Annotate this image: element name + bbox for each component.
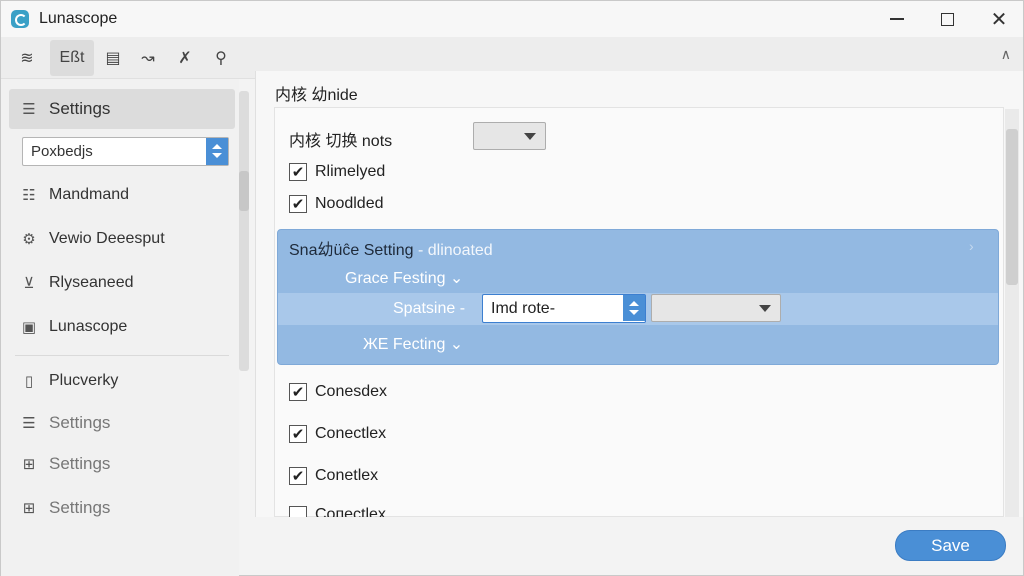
sidebar-item-label: Settings (49, 413, 111, 432)
sidebar-item-lunascope[interactable]: ▣ Lunascope (9, 307, 235, 347)
sidebar-item-rlyseaneed[interactable]: ⊻ Rlyseaneed (9, 263, 235, 303)
checkbox-icon (289, 506, 307, 517)
toolbar-graph-button[interactable]: ↝ (133, 40, 163, 76)
list-settings-icon: ☰ (22, 101, 36, 118)
checkbox-rlimelyed[interactable]: ✔ Rlimelyed (289, 161, 385, 183)
checkbox-conesdex[interactable]: ✔ Conesdex (289, 381, 387, 403)
app-window: Lunascope ✕ ≋ Eßt ▤ ↝ ✗ ⚲ ∧ ☰ Settings P… (0, 0, 1024, 576)
checkbox-icon: ✔ (289, 425, 307, 443)
grid-icon: ⊞ (22, 456, 36, 473)
checkbox-conetlex[interactable]: ✔ Conetlex (289, 465, 378, 487)
checkbox-icon: ✔ (289, 195, 307, 213)
maximize-icon (940, 12, 954, 26)
content-scrollbar-thumb[interactable] (1006, 129, 1018, 285)
sidebar-item-label: Plucverky (49, 372, 119, 389)
grid-list-icon: ☷ (22, 187, 36, 204)
layers-icon: ≋ (20, 50, 34, 67)
checkbox-icon: ✔ (289, 467, 307, 485)
toolbar-device-button[interactable]: ▤ (99, 40, 127, 76)
group-title-suffix: - dlinoated (417, 242, 493, 259)
mode-dropdown[interactable] (473, 122, 546, 150)
checkbox-icon: ✔ (289, 383, 307, 401)
sidebar-item-settings-header[interactable]: ☰ Settings (9, 89, 235, 129)
gear-icon: ⚙ (22, 231, 36, 248)
select-spinner-icon (623, 295, 645, 321)
minimize-icon (890, 18, 904, 20)
sidebar-item-vewio[interactable]: ⚙ Vewio Deeesput (9, 219, 235, 259)
graph-icon: ↝ (141, 50, 155, 67)
checkbox-label: Conesdex (315, 383, 388, 400)
group-title-main: Sna幼üĉe Setting (289, 242, 414, 259)
sidebar-item-settings-3[interactable]: ⊞ Settings (9, 488, 235, 528)
checkbox-conectlex[interactable]: ✔ Conectlex (289, 423, 386, 445)
sidebar-select[interactable]: Poxbedjs (22, 137, 229, 166)
minimize-button[interactable] (871, 1, 923, 37)
toolbar-walk-button[interactable]: ⚲ (207, 40, 235, 76)
sidebar-item-plucverky[interactable]: ▯ Plucverky (9, 361, 235, 401)
group-subrow-label: Spatsine - (393, 300, 466, 317)
sidebar-item-mandmand[interactable]: ☷ Mandmand (9, 175, 235, 215)
sidebar-item-label: Settings (49, 454, 111, 473)
toolbar-layers-button[interactable]: ≋ (11, 40, 43, 76)
sidebar-item-label: Vewio Deeesput (49, 230, 165, 247)
group-secondary-dropdown[interactable] (651, 294, 781, 322)
toolbar-edit-label: Eßt (59, 49, 85, 66)
group-select-value: Imd rote- (491, 299, 556, 317)
filter-icon: ⊻ (23, 275, 35, 292)
close-button[interactable]: ✕ (973, 1, 1024, 37)
toolbar-edit-tab[interactable]: Eßt (50, 40, 94, 76)
group-subrow-fecting[interactable]: ЖE Fecting ⌄ (363, 334, 463, 354)
sidebar-item-label: Rlyseaneed (49, 274, 134, 291)
select-spinner-icon (206, 138, 228, 165)
checkbox-label: Conetlex (315, 467, 379, 484)
title-bar: Lunascope ✕ (1, 1, 1023, 37)
close-icon: ✕ (990, 8, 1008, 31)
sidebar-divider (15, 355, 229, 356)
sidebar-scrollbar-thumb[interactable] (239, 171, 249, 211)
walk-icon: ⚲ (215, 50, 227, 67)
chevron-down-icon (524, 133, 536, 140)
sidebar-item-label: Settings (49, 99, 111, 118)
image-icon: ▣ (21, 319, 37, 336)
checkbox-label: Noodlded (315, 195, 384, 212)
checkbox-label: Сопесtlex (315, 506, 386, 517)
group-subrow-grace[interactable]: Grace Festing ⌄ (345, 268, 463, 288)
sidebar-item-settings-2[interactable]: ⊞ Settings (9, 444, 235, 484)
sidebar-scrollbar-track[interactable] (239, 91, 249, 371)
device-icon: ▤ (105, 50, 121, 67)
checkbox-label: Conectlex (315, 425, 387, 442)
sidebar-item-label: Mandmand (49, 186, 130, 203)
app-logo-icon (11, 10, 29, 28)
save-button[interactable]: Save (895, 530, 1006, 561)
maximize-button[interactable] (921, 1, 973, 37)
sidebar-item-settings-1[interactable]: ☰ Settings (9, 403, 235, 443)
row-label: 内核 切换 nots (289, 133, 393, 150)
bars-icon: ☰ (22, 415, 36, 432)
folder-icon: ▯ (24, 373, 34, 390)
toolbar-run-button[interactable]: ✗ (171, 40, 199, 76)
collapse-chevron-icon[interactable]: ∧ (1001, 46, 1011, 63)
sidebar-select-value: Poxbedjs (31, 143, 93, 160)
section-title: 内核 幼nide (275, 87, 358, 104)
run-icon: ✗ (178, 50, 192, 67)
group-title: Sna幼üĉe Setting - dlinoated (289, 236, 493, 260)
checkbox-partial[interactable]: Сопесtlex (289, 506, 386, 517)
checkbox-label: Rlimelyed (315, 163, 386, 180)
checkbox-noodlded[interactable]: ✔ Noodlded (289, 193, 384, 215)
group-value-select[interactable]: Imd rote- (482, 294, 646, 323)
chevron-down-icon (759, 305, 771, 312)
grid-icon: ⊞ (22, 500, 36, 517)
sidebar-item-label: Lunascope (49, 318, 128, 335)
window-title: Lunascope (39, 10, 118, 27)
checkbox-icon: ✔ (289, 163, 307, 181)
chevron-right-icon[interactable]: › (969, 238, 974, 254)
sidebar-item-label: Settings (49, 498, 111, 517)
